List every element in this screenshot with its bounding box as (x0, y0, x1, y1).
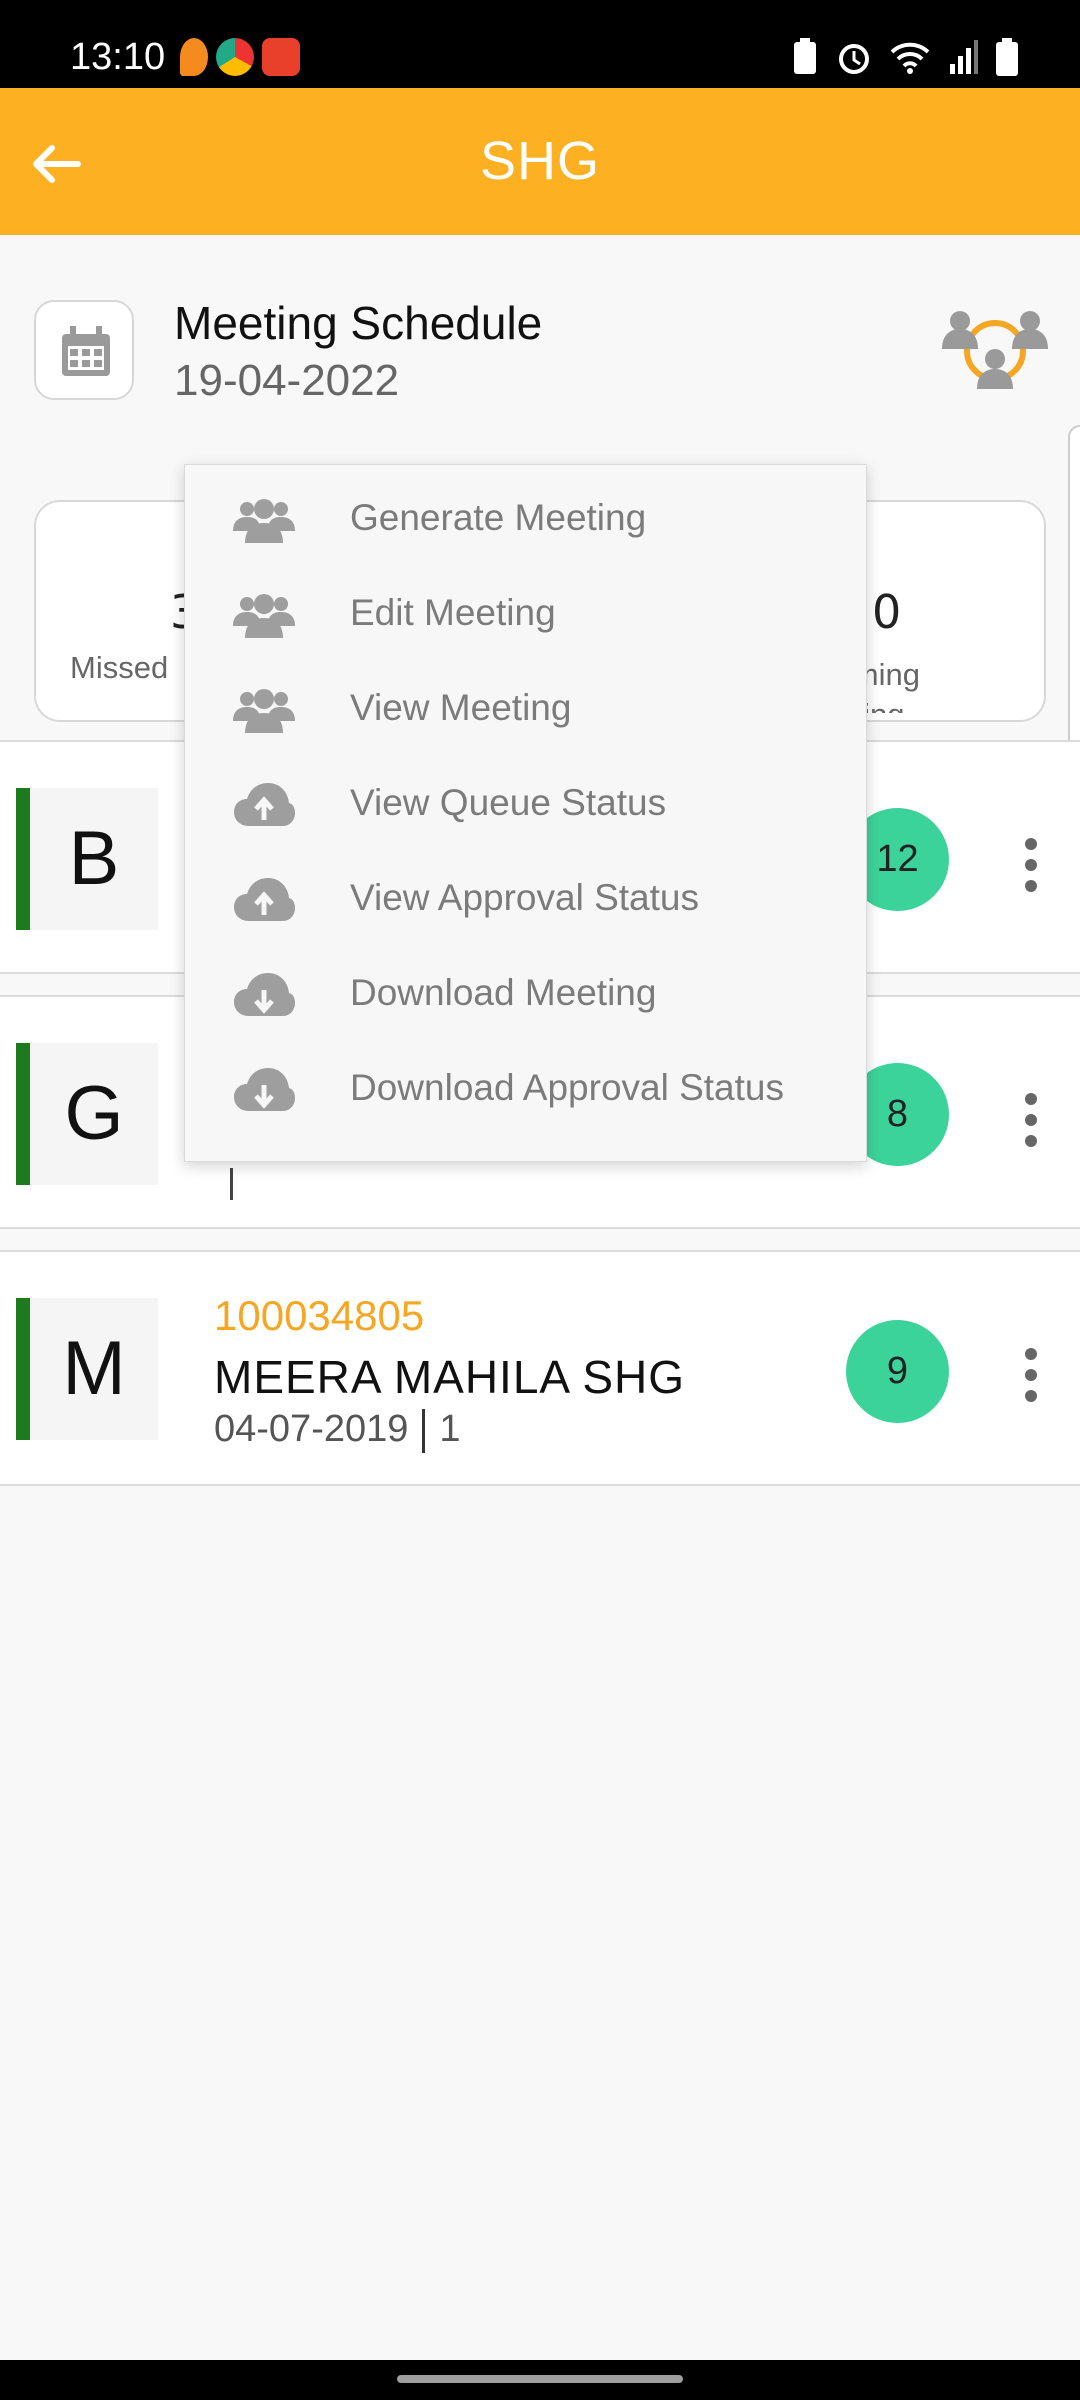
more-vert-icon[interactable] (1020, 1093, 1042, 1156)
menu-item-view-queue-status[interactable]: View Queue Status (185, 758, 868, 853)
app-title: SHG (479, 131, 601, 191)
app-bar: SHG (0, 88, 1080, 235)
menu-item-download-approval-status[interactable]: Download Approval Status (185, 1043, 868, 1138)
calendar-button[interactable] (34, 300, 134, 400)
arrow-left-icon[interactable] (26, 134, 86, 194)
avatar-letter: M (30, 1298, 158, 1440)
home-gesture-handle[interactable] (397, 2375, 683, 2383)
missed-label: Missed (70, 650, 169, 685)
text-cursor (230, 1168, 233, 1200)
shg-count: 1 (439, 1408, 461, 1450)
shg-name: MEERA MAHILA SHG (214, 1351, 686, 1403)
wifi-icon (890, 42, 930, 74)
swiggy-notification-icon (180, 38, 208, 76)
status-bar-indicator (16, 1043, 30, 1185)
upcoming-count: 0 (872, 585, 902, 639)
menu-item-generate-meeting[interactable]: Generate Meeting (185, 473, 868, 568)
shg-meta: 04-07-2019 1 (214, 1408, 461, 1453)
more-vert-icon[interactable] (1020, 838, 1042, 901)
side-drawer-handle[interactable] (1068, 425, 1080, 769)
avatar-letter: G (30, 1043, 158, 1185)
menu-item-view-approval-status[interactable]: View Approval Status (185, 853, 868, 948)
status-bar: 13:10 (0, 0, 1080, 88)
avatar-letter: B (30, 788, 158, 930)
menu-item-label: Edit Meeting (350, 592, 556, 633)
battery-icon (996, 38, 1018, 76)
chrome-like-notification-icon (216, 38, 254, 76)
system-icons (792, 38, 1018, 76)
menu-item-view-meeting[interactable]: View Meeting (185, 663, 868, 758)
group-circle-icon[interactable] (940, 305, 1050, 395)
app-notification-icon (262, 38, 300, 76)
menu-item-label: View Queue Status (350, 782, 667, 823)
alarm-icon (839, 44, 869, 74)
cloud-upload-icon (234, 878, 295, 921)
menu-item-download-meeting[interactable]: Download Meeting (185, 948, 868, 1043)
page-title: Meeting Schedule (174, 297, 543, 349)
options-popup-menu: Generate Meeting Edit Meeting View Meeti… (184, 464, 867, 1162)
notification-icons (180, 38, 300, 76)
list-item[interactable]: M 100034805 MEERA MAHILA SHG 04-07-2019 1… (0, 1250, 1080, 1486)
member-count-badge: 9 (846, 1320, 949, 1423)
battery-saver-icon (794, 38, 816, 74)
calendar-icon (62, 326, 110, 376)
group-icon (233, 499, 295, 543)
menu-item-label: Download Meeting (350, 972, 657, 1013)
more-vert-icon[interactable] (1020, 1348, 1042, 1411)
cloud-download-icon (234, 973, 295, 1016)
menu-item-label: Generate Meeting (350, 497, 647, 538)
status-bar-indicator (16, 788, 30, 930)
signal-icon (950, 40, 978, 74)
formation-date: 04-07-2019 (214, 1408, 409, 1450)
group-icon (233, 594, 295, 638)
menu-item-edit-meeting[interactable]: Edit Meeting (185, 568, 868, 663)
schedule-date: 19-04-2022 (174, 356, 400, 405)
navigation-bar (0, 2360, 1080, 2400)
cloud-download-icon (234, 1068, 295, 1111)
cloud-upload-icon (234, 783, 295, 826)
menu-item-label: View Meeting (350, 687, 572, 728)
shg-code: 100034805 (214, 1292, 425, 1339)
menu-item-label: View Approval Status (350, 877, 699, 918)
status-time: 13:10 (70, 36, 166, 78)
group-icon (233, 689, 295, 733)
status-bar-indicator (16, 1298, 30, 1440)
menu-item-label: Download Approval Status (350, 1067, 784, 1108)
